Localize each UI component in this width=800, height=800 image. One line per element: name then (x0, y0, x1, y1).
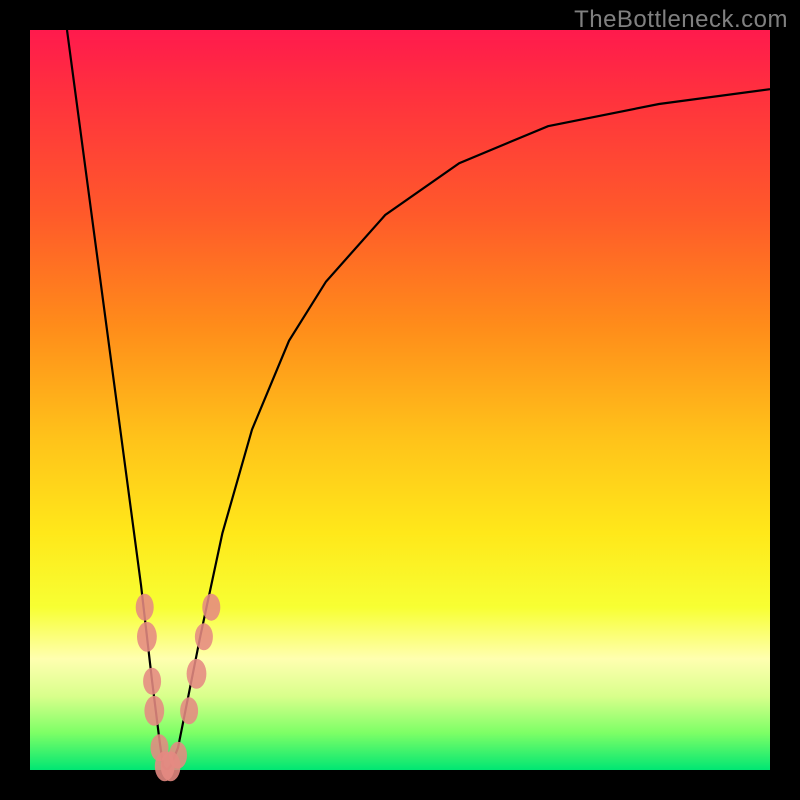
chart-frame: TheBottleneck.com (0, 0, 800, 800)
marker-point (202, 594, 220, 621)
marker-point (180, 697, 198, 724)
chart-svg (30, 30, 770, 770)
marker-point (144, 696, 164, 726)
marker-point (187, 659, 207, 689)
marker-point (169, 742, 187, 769)
marker-point (137, 622, 157, 652)
marker-point (143, 668, 161, 695)
plot-area (30, 30, 770, 770)
marker-group (136, 594, 221, 781)
bottleneck-curve (67, 30, 770, 770)
marker-point (136, 594, 154, 621)
marker-point (195, 623, 213, 650)
watermark-text: TheBottleneck.com (574, 6, 788, 34)
